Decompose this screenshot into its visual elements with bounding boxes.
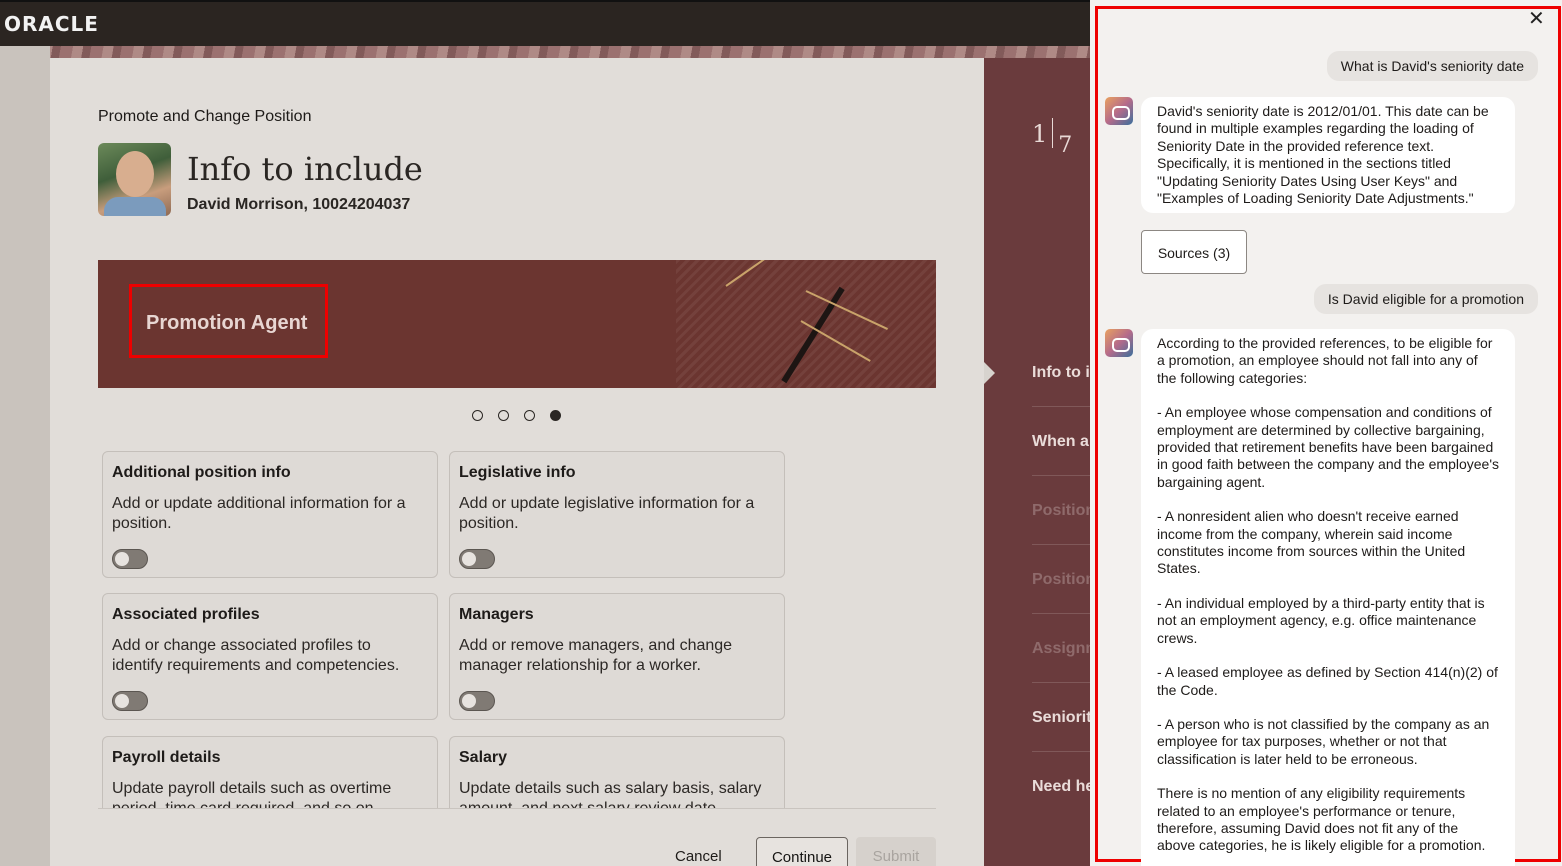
include-toggle[interactable] — [112, 691, 148, 711]
steps-rail: 17 Info to i When a Position Position As… — [984, 58, 1090, 866]
step-when-and-why[interactable]: When a — [1032, 433, 1089, 451]
sources-button[interactable]: Sources (3) — [1141, 230, 1247, 274]
include-toggle[interactable] — [459, 549, 495, 569]
card-legislative-info: Legislative info Add or update legislati… — [449, 451, 785, 578]
assistant-message-text: - A nonresident alien who doesn't receiv… — [1157, 508, 1466, 577]
step-need-help[interactable]: Need he — [1032, 778, 1090, 796]
card-description: Add or update additional information for… — [112, 495, 406, 532]
step-seniority[interactable]: Seniorit — [1032, 709, 1090, 727]
carousel-dot[interactable] — [524, 410, 535, 421]
card-title: Associated profiles — [112, 606, 260, 623]
assistant-message: David's seniority date is 2012/01/01. Th… — [1141, 97, 1515, 214]
carousel-dots — [472, 410, 561, 421]
card-associated-profiles: Associated profiles Add or change associ… — [102, 593, 438, 720]
assistant-message-text: There is no mention of any eligibility r… — [1157, 785, 1486, 854]
top-bar: ORACLE — [0, 0, 1090, 46]
carousel-dot[interactable] — [498, 410, 509, 421]
page-title: Info to include — [187, 150, 423, 188]
assistant-message-text: - A leased employee as defined by Sectio… — [1157, 664, 1498, 698]
assistant-avatar-icon — [1105, 97, 1133, 125]
close-icon[interactable]: ✕ — [1528, 6, 1545, 31]
card-description: Add or change associated profiles to ide… — [112, 637, 400, 674]
card-title: Salary — [459, 749, 508, 766]
assistant-message: According to the provided references, to… — [1141, 329, 1515, 866]
card-payroll-details: Payroll details Update payroll details s… — [102, 736, 438, 808]
user-message: What is David's seniority date — [1326, 51, 1538, 81]
assistant-message-text: - A person who is not classified by the … — [1157, 715, 1490, 767]
submit-button[interactable]: Submit — [856, 837, 936, 866]
step-assignment[interactable]: Assignm — [1032, 640, 1090, 658]
card-title: Payroll details — [112, 749, 221, 766]
carousel-dot-active[interactable] — [550, 410, 561, 421]
background-edge — [0, 46, 50, 866]
current-step: 1 — [1032, 120, 1048, 148]
assistant-message-text: David's seniority date is 2012/01/01. Th… — [1157, 103, 1489, 207]
card-description: Update details such as salary basis, sal… — [459, 780, 762, 808]
footer-divider — [98, 808, 936, 809]
assistant-message-text: - An employee whose compensation and con… — [1157, 404, 1500, 490]
step-position-2[interactable]: Position — [1032, 571, 1090, 589]
step-info-to-include[interactable]: Info to i — [1032, 364, 1090, 382]
breadcrumb: Promote and Change Position — [98, 108, 312, 125]
cancel-button[interactable]: Cancel — [675, 848, 722, 865]
card-description: Add or update legislative information fo… — [459, 495, 755, 532]
assistant-message-text: According to the provided references, to… — [1157, 335, 1493, 386]
step-counter: 17 — [1032, 118, 1072, 158]
include-toggle[interactable] — [112, 549, 148, 569]
card-description: Add or remove managers, and change manag… — [459, 637, 733, 674]
include-toggle[interactable] — [459, 691, 495, 711]
current-step-indicator — [984, 362, 995, 384]
card-description: Update payroll details such as overtime … — [112, 780, 392, 808]
oracle-logo[interactable]: ORACLE — [4, 12, 99, 36]
continue-button[interactable]: Continue — [756, 837, 848, 866]
card-title: Managers — [459, 606, 534, 623]
total-steps: 7 — [1058, 133, 1073, 158]
assistant-avatar-icon — [1105, 329, 1133, 357]
card-title: Legislative info — [459, 464, 576, 481]
carousel-dot[interactable] — [472, 410, 483, 421]
banner-label: Promotion Agent — [146, 312, 308, 334]
promotion-banner: Promotion Agent — [98, 260, 936, 388]
card-managers: Managers Add or remove managers, and cha… — [449, 593, 785, 720]
person-name: David Morrison, 10024204037 — [187, 196, 411, 213]
avatar — [98, 143, 171, 216]
card-title: Additional position info — [112, 464, 291, 481]
step-position[interactable]: Position — [1032, 502, 1090, 520]
main-panel: Promote and Change Position Info to incl… — [50, 58, 984, 866]
card-salary: Salary Update details such as salary bas… — [449, 736, 785, 808]
assistant-message-text: - An individual employed by a third-part… — [1157, 594, 1485, 646]
card-additional-position-info: Additional position info Add or update a… — [102, 451, 438, 578]
user-message: Is David eligible for a promotion — [1313, 284, 1538, 314]
